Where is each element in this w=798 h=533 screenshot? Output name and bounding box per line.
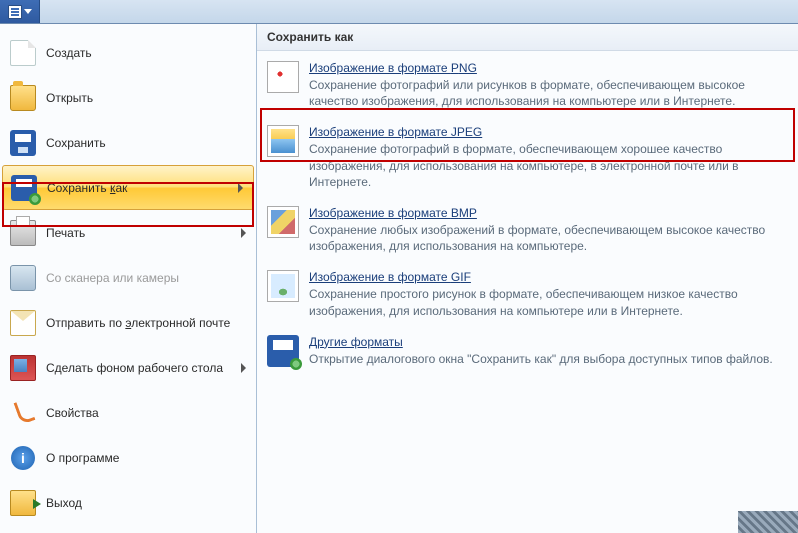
title-part: MP — [459, 206, 477, 220]
menu-label: Выход — [46, 496, 246, 510]
open-folder-icon — [8, 83, 38, 113]
title-part: IF — [460, 270, 471, 284]
menu-label: Отправить по электронной почте — [46, 316, 246, 330]
menu-item-save-as[interactable]: Сохранить как — [2, 165, 254, 210]
option-bmp[interactable]: Изображение в формате BMP Сохранение люб… — [257, 200, 798, 264]
file-menu-left: Создать Открыть Сохранить Сохранить как … — [0, 24, 257, 533]
option-gif[interactable]: Изображение в формате GIF Сохранение про… — [257, 264, 798, 328]
option-text: Изображение в формате BMP Сохранение люб… — [309, 206, 788, 254]
submenu-arrow-icon — [241, 228, 246, 238]
option-text: Изображение в формате GIF Сохранение про… — [309, 270, 788, 318]
option-text: Изображение в формате JPEG Сохранение фо… — [309, 125, 788, 190]
title-part: ение в формате JPEG — [358, 125, 482, 139]
menu-item-about[interactable]: i О программе — [0, 435, 256, 480]
label-part: лектронной почте — [131, 316, 230, 330]
menu-item-save[interactable]: Сохранить — [0, 120, 256, 165]
title-part: Изображение в формате — [309, 270, 451, 284]
option-title: Изображение в формате GIF — [309, 270, 471, 284]
save-icon — [8, 128, 38, 158]
panel-header: Сохранить как — [257, 24, 798, 51]
scanner-icon — [8, 263, 38, 293]
option-jpeg[interactable]: Изображение в формате JPEG Сохранение фо… — [257, 119, 798, 200]
option-desc: Сохранение любых изображений в формате, … — [309, 222, 788, 254]
menu-label: О программе — [46, 451, 246, 465]
option-title: Изображение в формате BMP — [309, 206, 477, 220]
jpeg-format-icon — [267, 125, 299, 157]
label-part: Сохранить — [47, 181, 110, 195]
menu-item-open[interactable]: Открыть — [0, 75, 256, 120]
menu-label: Печать — [46, 226, 241, 240]
option-title: Изображение в формате PNG — [309, 61, 477, 75]
menu-label: Свойства — [46, 406, 246, 420]
option-desc: Сохранение фотографий или рисунков в фор… — [309, 77, 788, 109]
menu-label: Открыть — [46, 91, 246, 105]
title-hotkey: B — [451, 206, 459, 220]
info-icon: i — [8, 443, 38, 473]
option-text: Другие форматы Открытие диалогового окна… — [309, 335, 788, 367]
exit-icon — [8, 488, 38, 518]
title-hotkey: ж — [350, 125, 358, 139]
menu-item-properties[interactable]: Свойства — [0, 390, 256, 435]
menu-item-new[interactable]: Создать — [0, 30, 256, 75]
title-part: Изображение в формате — [309, 206, 451, 220]
title-part: Изобра — [309, 125, 350, 139]
menu-label: Со сканера или камеры — [46, 271, 246, 285]
label-part: Отправить по — [46, 316, 125, 330]
canvas-peek — [738, 511, 798, 533]
option-title: Другие форматы — [309, 335, 403, 349]
menu-label: Создать — [46, 46, 246, 60]
bmp-format-icon — [267, 206, 299, 238]
title-hotkey: P — [451, 61, 459, 75]
wallpaper-icon — [8, 353, 38, 383]
title-part: ругие форматы — [317, 335, 403, 349]
app-menu-button[interactable] — [0, 0, 40, 23]
title-bar — [0, 0, 798, 24]
save-as-panel: Сохранить как Изображение в формате PNG … — [257, 24, 798, 533]
print-icon — [8, 218, 38, 248]
menu-label: Сделать фоном рабочего стола — [46, 361, 241, 375]
option-other-formats[interactable]: Другие форматы Открытие диалогового окна… — [257, 329, 798, 377]
option-desc: Сохранение простого рисунок в формате, о… — [309, 286, 788, 318]
properties-icon — [8, 398, 38, 428]
option-desc: Сохранение фотографий в формате, обеспеч… — [309, 141, 788, 190]
option-desc: Открытие диалогового окна "Сохранить как… — [309, 351, 788, 367]
gif-format-icon — [267, 270, 299, 302]
menu-item-scanner: Со сканера или камеры — [0, 255, 256, 300]
submenu-arrow-icon — [238, 183, 243, 193]
menu-item-send-email[interactable]: Отправить по электронной почте — [0, 300, 256, 345]
other-format-icon — [267, 335, 299, 367]
label-part: ак — [115, 181, 127, 195]
menu-item-exit[interactable]: Выход — [0, 480, 256, 525]
new-file-icon — [8, 38, 38, 68]
save-as-icon — [9, 173, 39, 203]
mail-icon — [8, 308, 38, 338]
submenu-arrow-icon — [241, 363, 246, 373]
option-title: Изображение в формате JPEG — [309, 125, 482, 139]
title-part: NG — [459, 61, 477, 75]
option-png[interactable]: Изображение в формате PNG Сохранение фот… — [257, 55, 798, 119]
menu-label: Сохранить как — [47, 181, 238, 195]
document-icon — [8, 5, 22, 19]
menu-item-print[interactable]: Печать — [0, 210, 256, 255]
png-format-icon — [267, 61, 299, 93]
title-hotkey: G — [451, 270, 460, 284]
menu-label: Сохранить — [46, 136, 246, 150]
title-part: Изображение в формате — [309, 61, 451, 75]
chevron-down-icon — [24, 9, 32, 14]
format-option-list: Изображение в формате PNG Сохранение фот… — [257, 51, 798, 381]
file-menu-dropdown: Создать Открыть Сохранить Сохранить как … — [0, 24, 798, 533]
option-text: Изображение в формате PNG Сохранение фот… — [309, 61, 788, 109]
menu-item-set-wallpaper[interactable]: Сделать фоном рабочего стола — [0, 345, 256, 390]
title-hotkey: Д — [309, 335, 317, 349]
